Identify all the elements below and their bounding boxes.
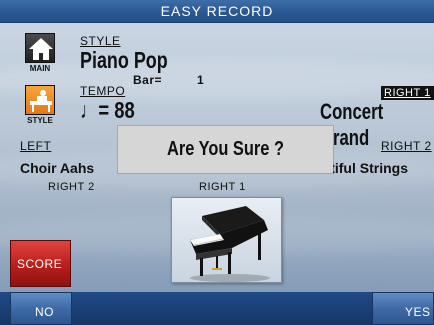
title-bar: EASY RECORD — [0, 0, 434, 23]
left-sub-label: RIGHT 2 — [48, 181, 95, 193]
style-name[interactable]: Piano Pop — [80, 47, 168, 74]
no-button[interactable]: NO — [10, 292, 72, 325]
main-caption: MAIN — [29, 64, 51, 73]
tempo-label: TEMPO — [80, 84, 126, 98]
left-label: LEFT — [20, 139, 52, 153]
bar-value: 1 — [197, 73, 205, 87]
dialog-message: Are You Sure ? — [167, 138, 284, 160]
confirm-dialog: Are You Sure ? — [118, 126, 333, 173]
house-icon — [25, 33, 55, 63]
right2-label: RIGHT 2 — [381, 139, 432, 153]
no-button-label: NO — [35, 305, 54, 319]
score-button-label: SCORE — [17, 257, 63, 271]
main-button[interactable]: MAIN — [22, 33, 58, 77]
yes-button-label: YES — [405, 305, 431, 319]
style-label: STYLE — [80, 34, 121, 48]
tempo-value[interactable]: ♩= 88 — [80, 97, 135, 124]
score-button[interactable]: SCORE — [10, 240, 71, 287]
bar-label: Bar= — [133, 73, 163, 87]
style-caption: STYLE — [27, 116, 53, 125]
piano-icon — [190, 206, 270, 282]
background-streak — [0, 60, 434, 100]
left-voice[interactable]: Choir Aahs — [20, 160, 94, 176]
style-button[interactable]: STYLE — [22, 85, 58, 129]
grand-piano-image[interactable] — [171, 197, 282, 283]
center-sub-label: RIGHT 1 — [199, 181, 246, 193]
window-title: EASY RECORD — [160, 3, 274, 19]
yes-button[interactable]: YES — [372, 292, 434, 325]
keyboard-player-icon — [25, 85, 55, 115]
easy-record-screen: EASY RECORD MAIN STYLE STYLE Piano Pop B… — [0, 0, 434, 325]
right1-badge[interactable]: RIGHT 1 — [381, 86, 434, 100]
